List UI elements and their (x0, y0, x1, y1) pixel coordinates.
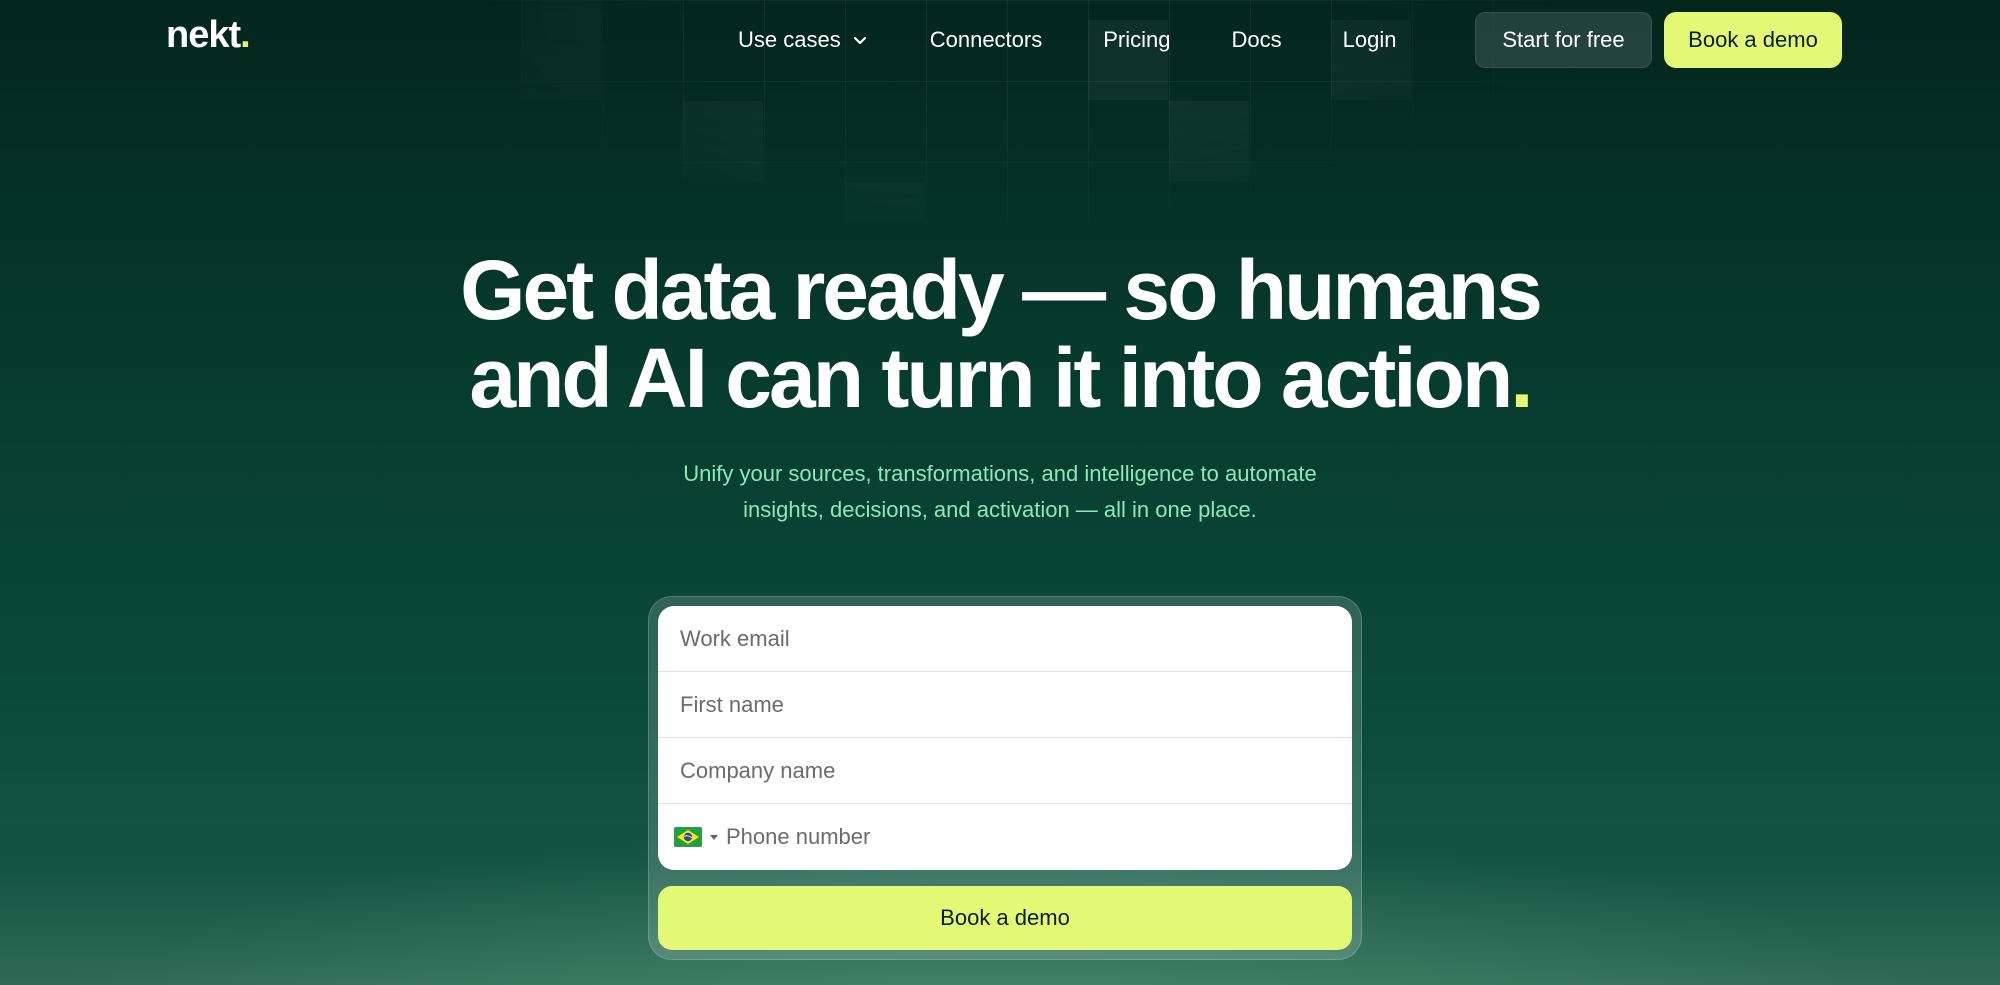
nav-connectors-label: Connectors (929, 27, 1043, 52)
nav-use-cases-label: Use cases (738, 27, 841, 52)
nav-pricing[interactable]: Pricing (1103, 27, 1170, 53)
company-field-row (658, 738, 1352, 804)
hero-headline-dot: . (1510, 331, 1533, 425)
nav-docs[interactable]: Docs (1231, 27, 1281, 53)
logo-text: nekt (166, 14, 241, 56)
nekt-logo[interactable]: nekt. (166, 14, 251, 57)
book-demo-submit-button[interactable]: Book a demo (658, 886, 1352, 950)
hero-subtitle-line-2: insights, decisions, and activation — al… (743, 497, 1257, 522)
hero-headline-line-2-text: and AI can turn it into action (469, 331, 1513, 425)
hero-headline-line-1: Get data ready — so humans (460, 243, 1543, 337)
demo-request-form: Book a demo (648, 596, 1362, 960)
nav-login[interactable]: Login (1343, 27, 1397, 53)
hero-subtitle-line-1: Unify your sources, transformations, and… (683, 461, 1317, 486)
first-name-field-row (658, 672, 1352, 738)
nav-book-demo-label: Book a demo (1688, 27, 1818, 52)
chevron-down-icon (853, 36, 866, 45)
caret-down-icon (710, 834, 718, 840)
company-name-input[interactable] (658, 738, 1352, 803)
start-for-free-button[interactable]: Start for free (1475, 12, 1652, 68)
email-field-row (658, 606, 1352, 672)
hero-subtitle: Unify your sources, transformations, and… (600, 456, 1400, 528)
form-fields (658, 606, 1352, 870)
phone-number-input[interactable] (718, 804, 1352, 870)
nav-connectors[interactable]: Connectors (930, 27, 1043, 53)
brazil-flag-icon (674, 827, 702, 847)
nav-docs-label: Docs (1231, 27, 1282, 52)
first-name-input[interactable] (658, 672, 1352, 737)
start-for-free-label: Start for free (1502, 27, 1625, 52)
hero-headline: Get data ready — so humans and AI can tu… (0, 246, 2000, 422)
work-email-input[interactable] (658, 606, 1352, 671)
nav-use-cases[interactable]: Use cases (738, 27, 869, 53)
hero-headline-line-2: and AI can turn it into action. (0, 334, 2000, 422)
nav-book-demo-button[interactable]: Book a demo (1664, 12, 1842, 68)
phone-field-row (658, 804, 1352, 870)
nav-pricing-label: Pricing (1103, 27, 1171, 52)
country-code-selector[interactable] (658, 804, 718, 870)
logo-dot: . (240, 14, 251, 56)
nav-links: Use cases Connectors Pricing Docs Login (738, 0, 1396, 80)
nav-login-label: Login (1342, 27, 1397, 52)
top-navigation: nekt. Use cases Connectors Pricing Docs … (0, 0, 2000, 80)
